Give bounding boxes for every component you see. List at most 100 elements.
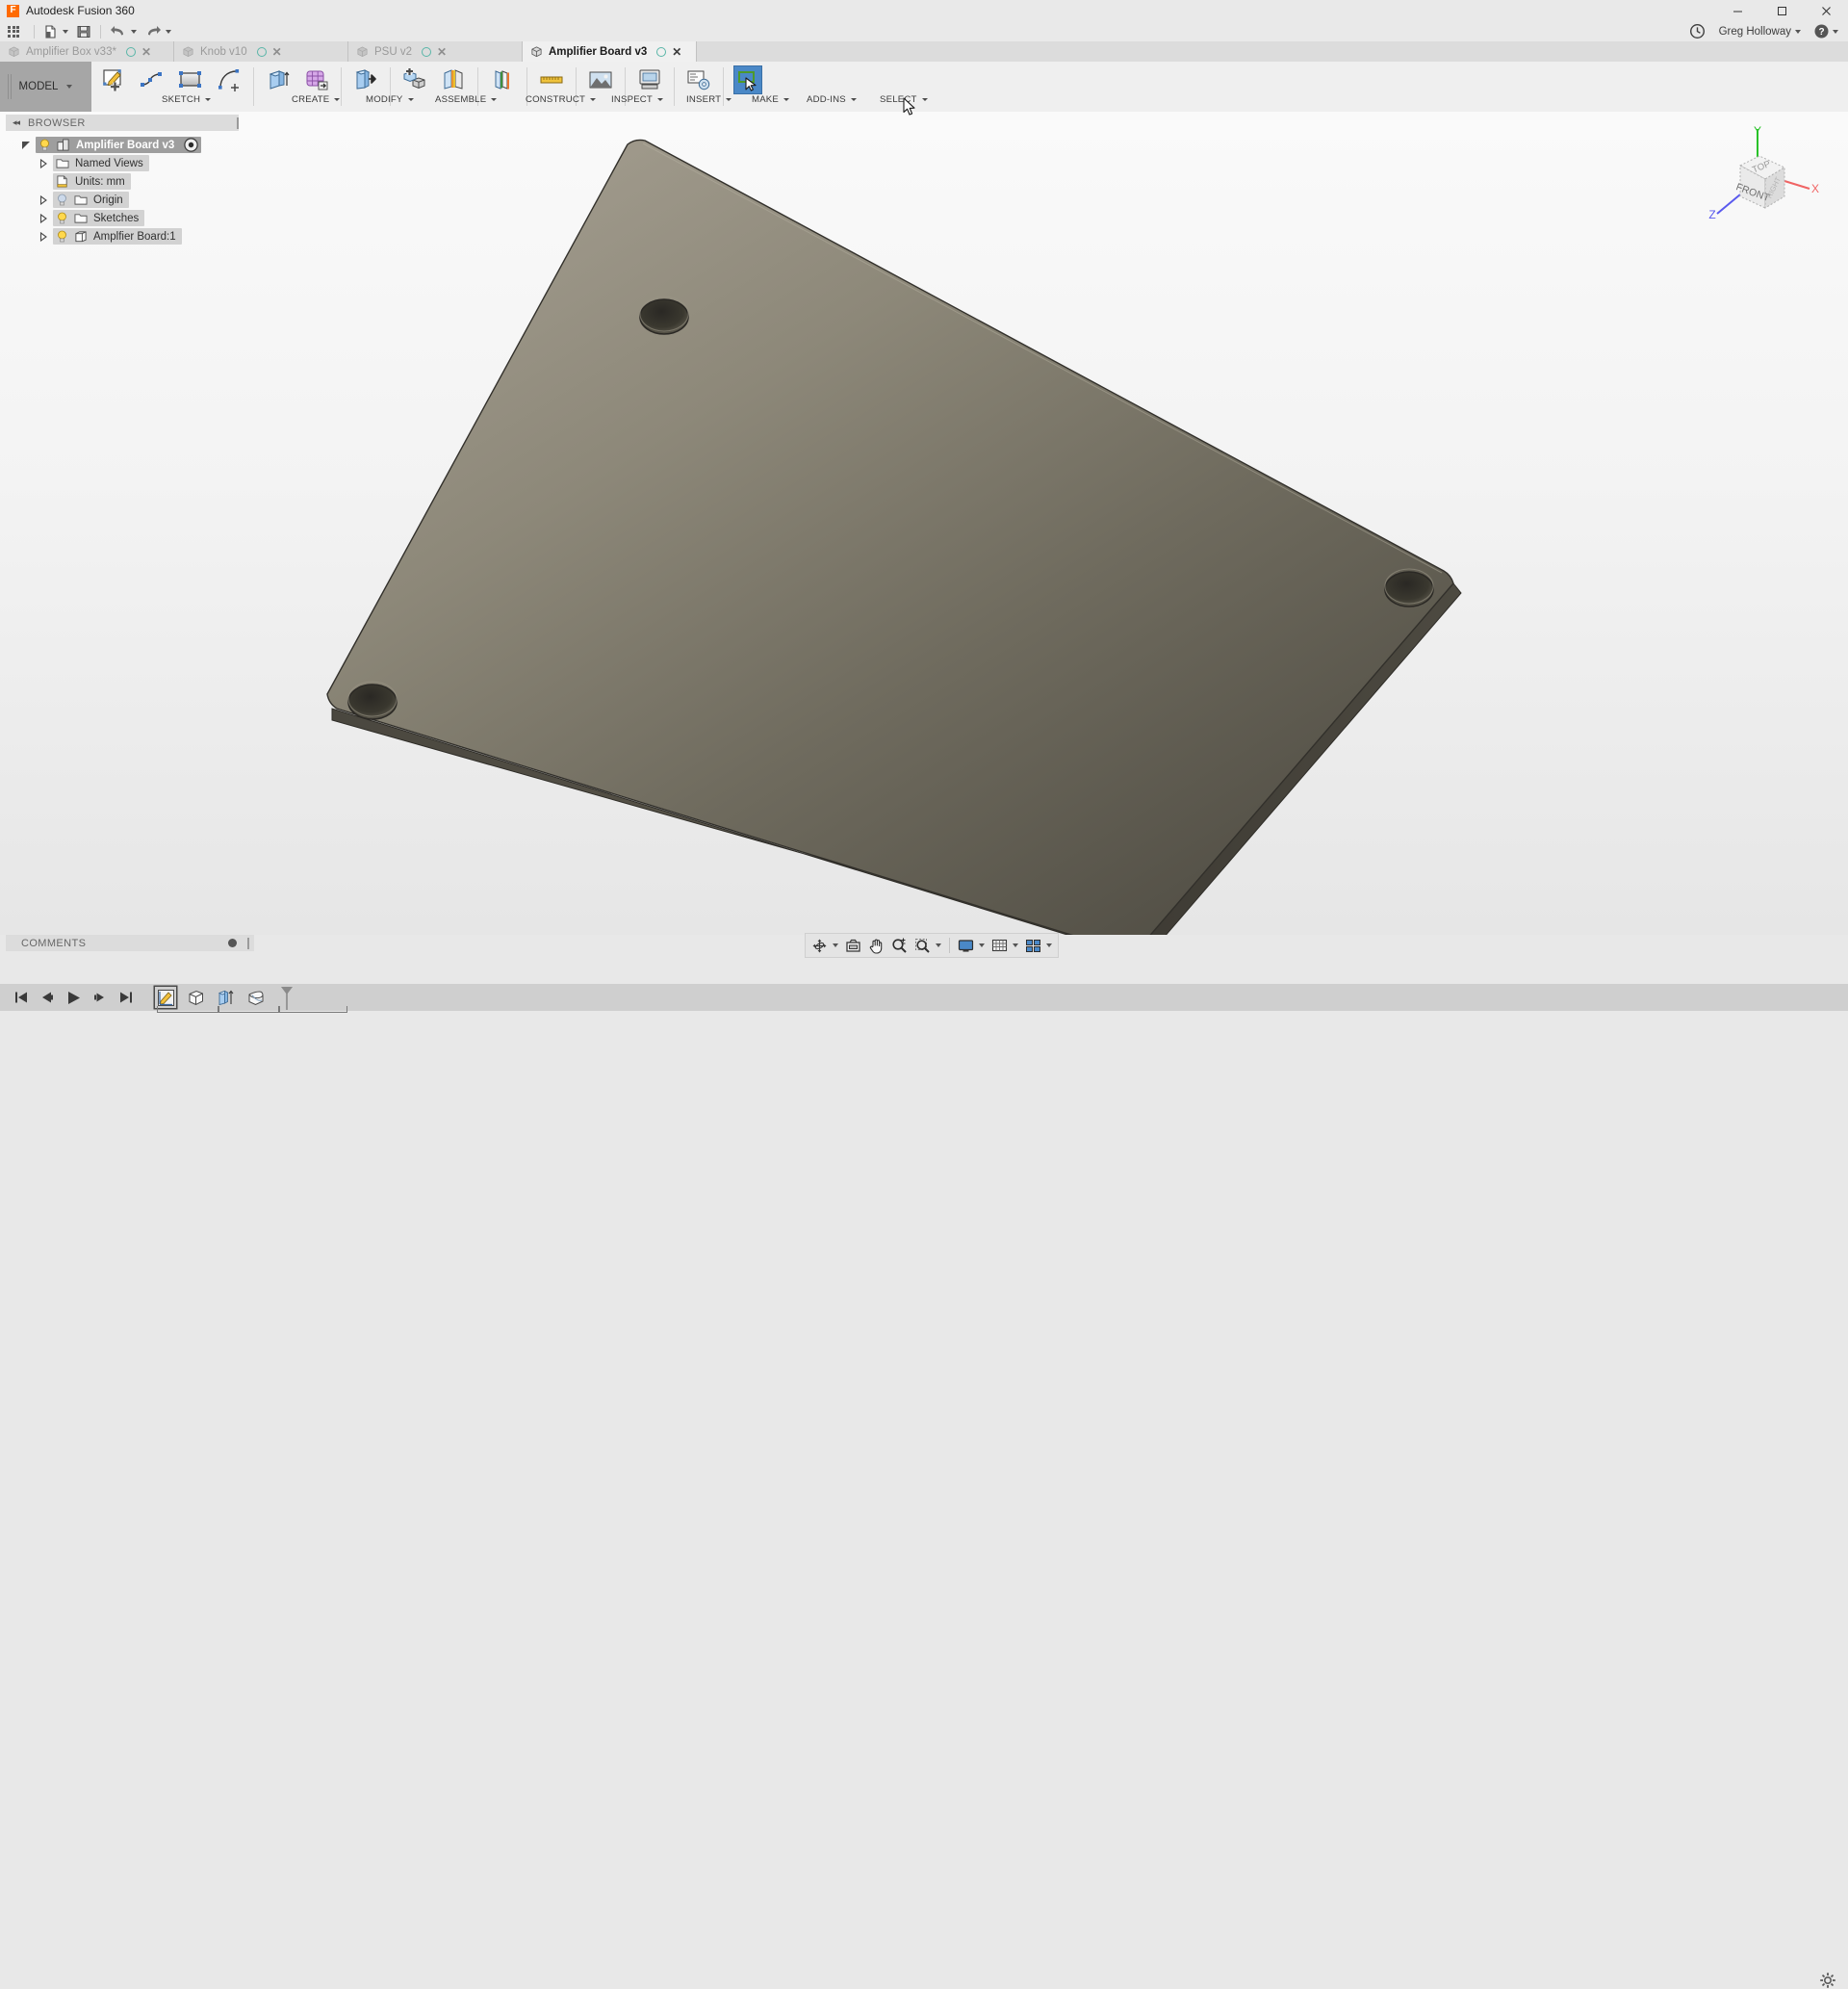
visibility-bulb-on-icon[interactable] <box>38 139 51 151</box>
timeline-feature-extrude[interactable] <box>185 987 206 1008</box>
view-cube[interactable]: Y X Z TOP FRONT RIGHT <box>1696 121 1821 227</box>
play-icon[interactable] <box>65 990 82 1006</box>
tree-item-sketches[interactable]: Sketches <box>6 209 239 227</box>
joint-button[interactable] <box>434 62 473 112</box>
visibility-bulb-on-icon[interactable] <box>56 230 68 243</box>
document-tab-bar: Amplifier Box v33* ✕ Knob v10 ✕ PSU v2 ✕ <box>0 41 1848 62</box>
tree-item-amplifier-board-v3[interactable]: Amplifier Board v3 <box>6 136 239 154</box>
twisty-expanded-icon[interactable] <box>19 141 32 150</box>
spline-button[interactable] <box>133 62 171 112</box>
zoom-window-button[interactable] <box>911 935 944 956</box>
press-pull-button[interactable] <box>346 62 385 112</box>
measure-button[interactable] <box>532 62 571 112</box>
chevron-down-icon[interactable] <box>1833 29 1838 34</box>
panel-resize-handle-comments[interactable] <box>247 937 249 949</box>
close-tab-icon[interactable]: ✕ <box>141 46 151 58</box>
rectangle-button[interactable] <box>171 62 210 112</box>
timeline-feature-extrude-2[interactable] <box>215 987 236 1008</box>
workspace-switcher[interactable]: MODEL <box>0 62 91 112</box>
step-back-icon[interactable] <box>39 990 55 1005</box>
orbit-button[interactable] <box>808 935 841 956</box>
user-menu[interactable]: Greg Holloway <box>1719 26 1801 38</box>
undo-button[interactable] <box>106 21 141 41</box>
go-to-beginning-icon[interactable] <box>13 990 29 1005</box>
timeline-end-marker[interactable] <box>279 986 293 1010</box>
close-tab-icon[interactable]: ✕ <box>437 46 447 58</box>
document-tab-3[interactable]: Amplifier Board v3 ✕ <box>523 41 697 62</box>
select-button[interactable] <box>729 62 767 112</box>
new-document-button[interactable] <box>39 21 72 41</box>
extrude-feature-icon <box>189 990 203 1005</box>
ribbon-group-make <box>628 62 672 112</box>
recent-documents-button[interactable] <box>1689 23 1706 39</box>
new-component-button[interactable] <box>396 62 434 112</box>
extrude-button[interactable] <box>259 62 297 112</box>
twisty-collapsed-icon[interactable] <box>37 158 49 168</box>
timeline-feature-sketch[interactable] <box>155 987 176 1008</box>
save-button[interactable] <box>72 21 95 41</box>
offset-plane-button[interactable] <box>483 62 522 112</box>
chevron-down-icon[interactable] <box>936 943 941 947</box>
document-tab-1[interactable]: Knob v10 ✕ <box>174 41 348 62</box>
ribbon-divider <box>625 67 626 106</box>
grid-snap-button[interactable] <box>988 935 1021 956</box>
timeline-feature-fillet[interactable] <box>244 987 266 1008</box>
twisty-collapsed-icon[interactable] <box>37 231 49 242</box>
chevron-down-icon[interactable] <box>1013 943 1018 947</box>
display-settings-button[interactable] <box>955 935 988 956</box>
amplifier-board-model[interactable] <box>0 112 1848 935</box>
zoom-button[interactable] <box>888 935 911 956</box>
twisty-collapsed-icon[interactable] <box>37 194 49 205</box>
model-canvas[interactable]: Y X Z TOP FRONT RIGHT <box>0 112 1848 935</box>
insert-image-button[interactable] <box>581 62 620 112</box>
collapse-left-icon[interactable]: ◂◂ <box>13 117 20 128</box>
visibility-bulb-off-icon[interactable] <box>56 194 68 206</box>
panel-resize-handle[interactable] <box>237 116 239 129</box>
ribbon-toolbar: MODEL <box>0 62 1848 113</box>
go-to-end-icon[interactable] <box>118 990 134 1005</box>
help-menu[interactable]: ? <box>1814 24 1838 39</box>
maximize-button[interactable] <box>1759 0 1804 21</box>
chevron-down-icon[interactable] <box>131 29 137 34</box>
close-tab-icon[interactable]: ✕ <box>272 46 282 58</box>
step-forward-icon[interactable] <box>92 990 108 1005</box>
document-tab-2[interactable]: PSU v2 ✕ <box>348 41 523 62</box>
scripts-addins-button[interactable] <box>680 62 718 112</box>
browser-header: ◂◂ BROWSER <box>6 115 239 131</box>
chevron-down-icon[interactable] <box>166 29 171 34</box>
settings-gear-icon[interactable] <box>1819 1972 1836 1989</box>
chevron-down-icon[interactable] <box>63 29 68 34</box>
chevron-down-icon[interactable] <box>1795 29 1801 34</box>
visibility-bulb-on-icon[interactable] <box>56 212 68 224</box>
comments-panel[interactable]: COMMENTS <box>6 935 254 951</box>
tree-item-amplfier-board-1[interactable]: Amplfier Board:1 <box>6 227 239 245</box>
chevron-down-icon[interactable] <box>833 943 838 947</box>
viewports-button[interactable] <box>1022 935 1055 956</box>
mesh-button[interactable] <box>297 62 336 112</box>
redo-button[interactable] <box>141 21 175 41</box>
minimize-button[interactable] <box>1715 0 1759 21</box>
spline-icon <box>139 66 166 93</box>
pan-hand-icon <box>869 939 883 954</box>
chevron-down-icon[interactable] <box>979 943 985 947</box>
tree-item-named-views[interactable]: Named Views <box>6 154 239 172</box>
chevron-down-icon[interactable] <box>66 85 73 89</box>
add-comment-button[interactable] <box>228 939 237 947</box>
component-activate-icon[interactable] <box>184 138 198 152</box>
app-grid-icon[interactable] <box>8 25 19 38</box>
twisty-collapsed-icon[interactable] <box>37 213 49 223</box>
chevron-down-icon[interactable] <box>1046 943 1052 947</box>
fillet-feature-icon <box>248 990 263 1005</box>
look-at-button[interactable] <box>842 935 864 956</box>
3d-print-button[interactable] <box>630 62 669 112</box>
arc-button[interactable] <box>210 62 248 112</box>
tree-item-units[interactable]: Units: mm <box>6 172 239 191</box>
close-button[interactable] <box>1804 0 1848 21</box>
close-tab-icon[interactable]: ✕ <box>672 46 681 58</box>
create-sketch-button[interactable] <box>94 62 133 112</box>
tree-item-origin[interactable]: Origin <box>6 191 239 209</box>
document-tab-0[interactable]: Amplifier Box v33* ✕ <box>0 41 174 62</box>
press-pull-icon <box>352 66 379 93</box>
pan-button[interactable] <box>865 935 887 956</box>
ribbon-divider <box>477 67 478 106</box>
